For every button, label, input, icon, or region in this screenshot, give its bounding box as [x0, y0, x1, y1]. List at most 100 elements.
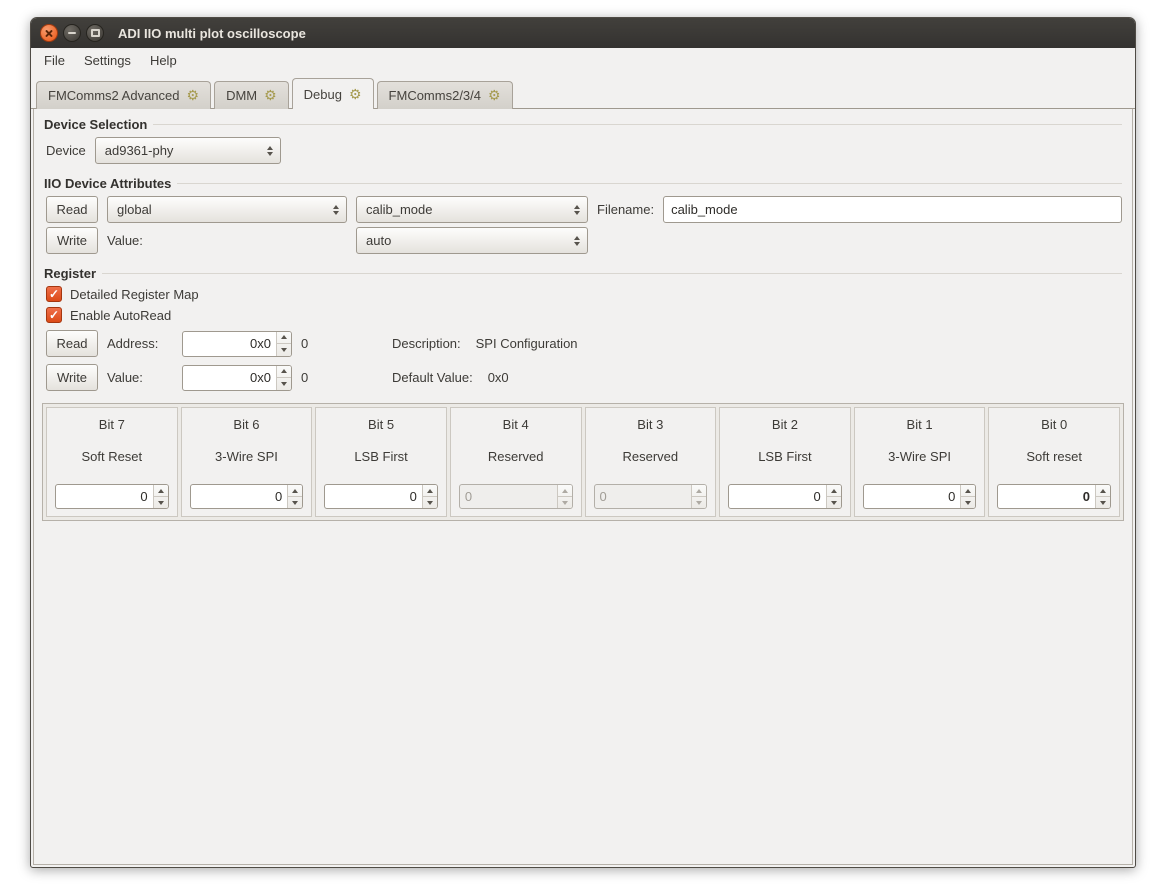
bit-cell-0: Bit 0 Soft reset 0 — [988, 407, 1120, 517]
spin-value: 0x0 — [183, 366, 276, 390]
description-value: SPI Configuration — [476, 336, 578, 351]
bit-7-spinbutton[interactable]: 0 — [55, 484, 169, 509]
register-write-button[interactable]: Write — [46, 364, 98, 391]
debug-tab-content: Device Selection Device ad9361-phy IIO D… — [33, 109, 1133, 865]
bit-cell-6: Bit 6 3-Wire SPI 0 — [181, 407, 313, 517]
register-value-decimal: 0 — [301, 370, 321, 385]
entry-value: calib_mode — [671, 202, 738, 217]
bit-6-spinbutton[interactable]: 0 — [190, 484, 304, 509]
combo-value: calib_mode — [366, 202, 433, 217]
tab-label: Debug — [304, 87, 342, 102]
menubar: File Settings Help — [31, 48, 1135, 73]
bit-cell-1: Bit 1 3-Wire SPI 0 — [854, 407, 986, 517]
plugin-gear-icon — [349, 87, 362, 102]
tab-bar: FMComms2 Advanced DMM Debug FMComms2/3/4 — [31, 73, 1135, 109]
bit-label: Bit 6 — [190, 417, 304, 432]
spin-value: 0 — [864, 485, 961, 508]
bit-cell-7: Bit 7 Soft Reset 0 — [46, 407, 178, 517]
bit-0-spinbutton[interactable]: 0 — [997, 484, 1111, 509]
bit-name: Reserved — [459, 449, 573, 464]
close-button[interactable] — [40, 24, 58, 42]
bit-3-spinbutton: 0 — [594, 484, 708, 509]
frame-title: IIO Device Attributes — [44, 176, 171, 191]
detailed-register-map-checkbox[interactable] — [46, 286, 62, 302]
checkbox-label: Enable AutoRead — [70, 308, 171, 323]
spin-arrows-icon — [691, 485, 706, 508]
bit-1-spinbutton[interactable]: 0 — [863, 484, 977, 509]
device-combobox[interactable]: ad9361-phy — [95, 137, 281, 164]
bit-label: Bit 0 — [997, 417, 1111, 432]
spin-value: 0 — [998, 485, 1095, 508]
spin-value: 0 — [595, 485, 692, 508]
spin-arrows-icon — [557, 485, 572, 508]
enable-autoread-checkbox[interactable] — [46, 307, 62, 323]
combo-arrows-icon — [574, 236, 580, 246]
bit-2-spinbutton[interactable]: 0 — [728, 484, 842, 509]
spin-value: 0 — [460, 485, 557, 508]
attr-name-combobox[interactable]: calib_mode — [356, 196, 588, 223]
tab-label: FMComms2 Advanced — [48, 88, 180, 103]
combo-arrows-icon — [574, 205, 580, 215]
frame-rule — [153, 124, 1122, 125]
titlebar[interactable]: ADI IIO multi plot oscilloscope — [31, 18, 1135, 48]
tab-label: FMComms2/3/4 — [389, 88, 481, 103]
checkbox-label: Detailed Register Map — [70, 287, 199, 302]
menu-file[interactable]: File — [42, 51, 67, 70]
tab-dmm[interactable]: DMM — [214, 81, 289, 109]
window-title: ADI IIO multi plot oscilloscope — [118, 26, 306, 41]
bit-name: Soft reset — [997, 449, 1111, 464]
plugin-gear-icon — [264, 88, 277, 103]
menu-settings[interactable]: Settings — [82, 51, 133, 70]
bit-name: LSB First — [728, 449, 842, 464]
spin-arrows-icon[interactable] — [276, 366, 291, 390]
device-label: Device — [46, 143, 86, 158]
spin-arrows-icon[interactable] — [153, 485, 168, 508]
bit-label: Bit 3 — [594, 417, 708, 432]
register-value-spinbutton[interactable]: 0x0 — [182, 365, 292, 391]
plugin-gear-icon — [488, 88, 501, 103]
frame-title: Device Selection — [44, 117, 147, 132]
register-read-button[interactable]: Read — [46, 330, 98, 357]
bit-label: Bit 4 — [459, 417, 573, 432]
tab-label: DMM — [226, 88, 257, 103]
spin-arrows-icon[interactable] — [276, 332, 291, 356]
tab-debug[interactable]: Debug — [292, 78, 374, 109]
combo-value: auto — [366, 233, 391, 248]
frame-rule — [177, 183, 1122, 184]
attr-group-combobox[interactable]: global — [107, 196, 347, 223]
minimize-button[interactable] — [63, 24, 81, 42]
bit-5-spinbutton[interactable]: 0 — [324, 484, 438, 509]
attr-write-button[interactable]: Write — [46, 227, 98, 254]
menu-help[interactable]: Help — [148, 51, 179, 70]
filename-input[interactable]: calib_mode — [663, 196, 1122, 223]
spin-value: 0 — [191, 485, 288, 508]
tab-fmcomms2-advanced[interactable]: FMComms2 Advanced — [36, 81, 211, 109]
app-window: ADI IIO multi plot oscilloscope File Set… — [30, 17, 1136, 868]
bit-label: Bit 5 — [324, 417, 438, 432]
iio-device-attributes-frame: IIO Device Attributes Read global calib_… — [44, 176, 1122, 254]
register-value-label: Value: — [107, 370, 173, 385]
spin-arrows-icon[interactable] — [1095, 485, 1110, 508]
spin-arrows-icon[interactable] — [960, 485, 975, 508]
bit-cell-3: Bit 3 Reserved 0 — [585, 407, 717, 517]
spin-value: 0 — [729, 485, 826, 508]
attr-value-combobox[interactable]: auto — [356, 227, 588, 254]
frame-title: Register — [44, 266, 96, 281]
spin-arrows-icon[interactable] — [826, 485, 841, 508]
bit-label: Bit 2 — [728, 417, 842, 432]
default-value-label: Default Value: — [392, 370, 473, 385]
attr-read-button[interactable]: Read — [46, 196, 98, 223]
spin-arrows-icon[interactable] — [287, 485, 302, 508]
tab-fmcomms234[interactable]: FMComms2/3/4 — [377, 81, 513, 109]
spin-arrows-icon[interactable] — [422, 485, 437, 508]
combo-value: global — [117, 202, 152, 217]
maximize-icon — [91, 29, 100, 37]
register-frame: Register Detailed Register Map Enable Au… — [44, 266, 1122, 391]
close-icon — [45, 29, 54, 38]
spin-value: 0 — [56, 485, 153, 508]
bit-cell-4: Bit 4 Reserved 0 — [450, 407, 582, 517]
maximize-button[interactable] — [86, 24, 104, 42]
address-spinbutton[interactable]: 0x0 — [182, 331, 292, 357]
bit-table: Bit 7 Soft Reset 0 Bit 6 3-Wire SPI 0 Bi… — [42, 403, 1124, 521]
bit-label: Bit 7 — [55, 417, 169, 432]
